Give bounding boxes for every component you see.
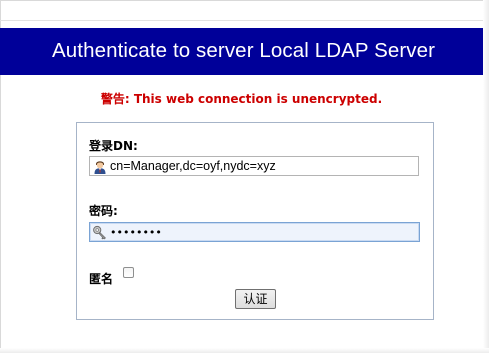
unencrypted-warning: 警告: This web connection is unencrypted. [100,92,383,106]
login-dn-input[interactable]: cn=Manager,dc=oyf,nydc=xyz [89,156,419,176]
login-dn-label: 登录DN: [89,139,138,153]
password-input[interactable]: •••••••• [89,222,420,242]
frame-shadow-right [483,0,489,353]
anonymous-checkbox[interactable] [123,267,134,278]
key-icon [93,225,106,240]
authenticate-button[interactable]: 认证 [235,289,276,309]
top-divider [0,20,483,21]
frame-shadow-bottom [0,348,489,353]
password-mask: •••••••• [110,225,162,239]
login-dn-value: cn=Manager,dc=oyf,nydc=xyz [110,159,276,173]
user-icon [94,161,106,174]
password-label: 密码: [89,204,118,218]
anonymous-label: 匿名 [89,272,114,286]
page-title: Authenticate to server Local LDAP Server [52,39,436,62]
